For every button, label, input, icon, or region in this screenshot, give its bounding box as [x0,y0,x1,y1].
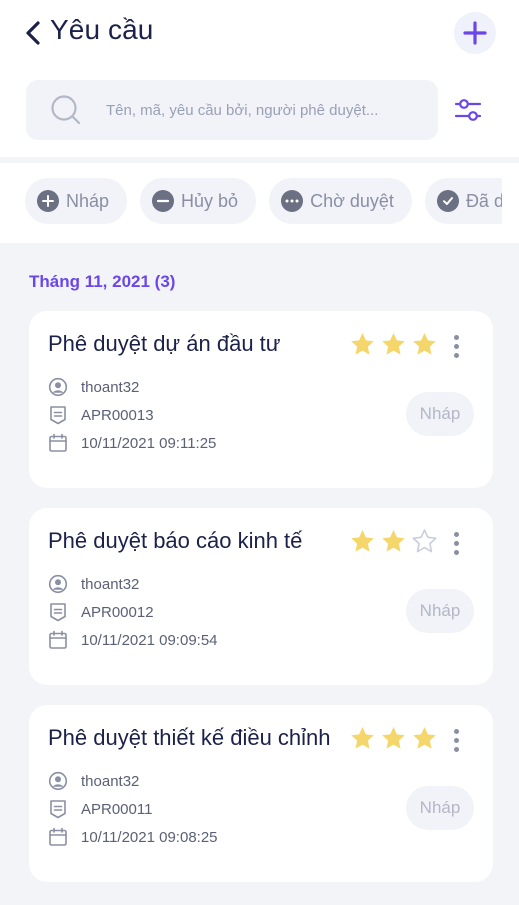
code-row: APR00011 [48,798,152,820]
requester-row: thoant32 [48,376,139,398]
requester-row: thoant32 [48,573,139,595]
chip-approved[interactable]: Đã duyệt [424,178,502,224]
requester-row: thoant32 [48,770,139,792]
more-options-button[interactable] [443,331,469,361]
section-title: Tháng 11, 2021 (3) [29,272,176,291]
user-icon [48,574,68,594]
star-filled-icon [413,333,436,355]
request-datetime: 10/11/2021 09:08:25 [81,828,218,846]
document-icon [50,406,66,425]
rating-stars [349,528,438,555]
star-filled-icon [351,727,374,749]
request-title: Phê duyệt báo cáo kinh tế [48,528,303,553]
request-code: APR00011 [81,800,153,818]
header: Yêu cầu [0,0,519,70]
requester-name: thoant32 [81,575,140,593]
user-icon [48,771,68,791]
document-icon [50,603,66,622]
star-filled-icon [382,727,405,749]
request-title: Phê duyệt thiết kế điều chỉnh [48,725,331,750]
request-card[interactable]: Phê duyệt báo cáo kinh tế thoant32 APR00… [29,508,493,685]
request-card[interactable]: Phê duyệt thiết kế điều chỉnh thoant32 A… [29,705,493,882]
star-filled-icon [382,333,405,355]
star-filled-icon [382,530,405,552]
calendar-icon [49,827,67,846]
requester-name: thoant32 [81,378,140,396]
add-request-button[interactable] [454,12,496,54]
chip-draft[interactable]: Nháp [25,178,128,224]
search-icon [51,95,81,125]
search-box [26,80,438,140]
sliders-icon [454,99,482,121]
calendar-icon [49,630,67,649]
date-row: 10/11/2021 09:09:54 [48,629,218,651]
requester-name: thoant32 [81,772,140,790]
star-filled-icon [351,333,374,355]
status-chips: Nháp Hủy bỏ Chờ duyệt Đã duyệt [25,178,502,224]
dots-circle-icon [281,190,304,212]
request-datetime: 10/11/2021 09:11:25 [81,434,217,452]
user-icon [48,377,68,397]
chevron-left-icon [26,21,40,45]
page-title: Yêu cầu [50,14,154,45]
status-badge: Nháp [406,589,474,633]
star-filled-icon [413,727,436,749]
request-code: APR00012 [81,603,154,621]
top-panel: Yêu cầu [0,0,519,157]
plus-circle-icon [37,190,59,212]
plus-icon [463,21,487,45]
check-circle-icon [436,190,459,212]
chip-label: Hủy bỏ [181,190,239,211]
date-row: 10/11/2021 09:11:25 [48,432,216,454]
request-datetime: 10/11/2021 09:09:54 [81,631,218,649]
chip-cancelled[interactable]: Hủy bỏ [140,178,257,224]
code-row: APR00012 [48,601,154,623]
request-title: Phê duyệt dự án đầu tư [48,331,281,356]
date-row: 10/11/2021 09:08:25 [48,826,218,848]
document-icon [50,800,66,819]
calendar-icon [49,433,67,452]
status-filter-bar: Nháp Hủy bỏ Chờ duyệt Đã duyệt [0,163,519,243]
star-filled-icon [351,530,374,552]
request-code: APR00013 [81,406,154,424]
search-input[interactable] [106,80,426,140]
filter-button[interactable] [450,92,486,128]
chip-label: Nháp [66,190,110,211]
chip-pending[interactable]: Chờ duyệt [269,178,412,224]
status-badge: Nháp [406,786,474,830]
minus-circle-icon [152,190,175,212]
rating-stars [349,331,438,358]
code-row: APR00013 [48,404,154,426]
status-badge: Nháp [406,392,474,436]
star-empty-icon [412,529,437,553]
request-card[interactable]: Phê duyệt dự án đầu tư thoant32 APR00013… [29,311,493,488]
chip-label: Đã duyệt [465,190,502,211]
more-options-button[interactable] [443,725,469,755]
more-options-button[interactable] [443,528,469,558]
back-button[interactable] [18,16,48,50]
chip-label: Chờ duyệt [310,190,394,211]
rating-stars [349,725,438,752]
